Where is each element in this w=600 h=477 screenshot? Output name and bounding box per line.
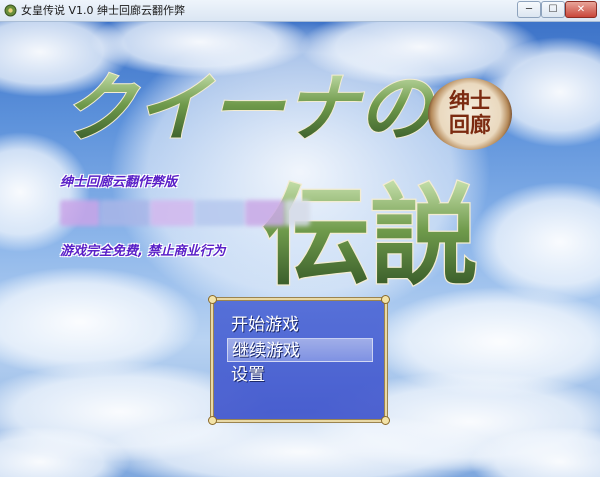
maximize-icon: ☐	[548, 4, 558, 15]
menu-corner-ornament	[208, 295, 217, 304]
menu-corner-ornament	[381, 416, 390, 425]
menu-corner-ornament	[381, 295, 390, 304]
close-button[interactable]: ✕	[565, 1, 597, 18]
menu-item-continue[interactable]: 继续游戏	[227, 338, 373, 362]
free-notice: 游戏完全免费, 禁止商业行为	[60, 244, 226, 259]
window-titlebar: 女皇传说 V1.0 绅士回廊云翻作弊 ─ ☐ ✕	[0, 0, 600, 22]
title-menu: 开始游戏 继续游戏 设置	[208, 295, 390, 425]
title-kanji: 伝説	[262, 174, 478, 300]
maximize-button[interactable]: ☐	[541, 1, 565, 18]
seal-line-2: 回廊	[449, 112, 491, 137]
blurred-watermark	[60, 200, 310, 226]
menu-item-settings[interactable]: 设置	[227, 363, 373, 387]
version-subtitle: 绅士回廊云翻作弊版	[60, 175, 178, 190]
menu-item-new-game[interactable]: 开始游戏	[227, 313, 373, 337]
gentleman-corridor-seal: 绅士 回廊	[428, 78, 512, 150]
minimize-button[interactable]: ─	[517, 1, 541, 18]
menu-corner-ornament	[208, 416, 217, 425]
app-icon	[4, 4, 17, 17]
title-katakana: クイーナの	[62, 66, 436, 152]
minimize-icon: ─	[525, 4, 533, 15]
window-title: 女皇传说 V1.0 绅士回廊云翻作弊	[21, 4, 186, 17]
close-icon: ✕	[576, 4, 586, 15]
seal-line-1: 绅士	[449, 88, 491, 113]
game-screen[interactable]: クイーナの 伝説 绅士 回廊 绅士回廊云翻作弊版 游戏完全免费, 禁止商业行为 …	[0, 22, 600, 477]
